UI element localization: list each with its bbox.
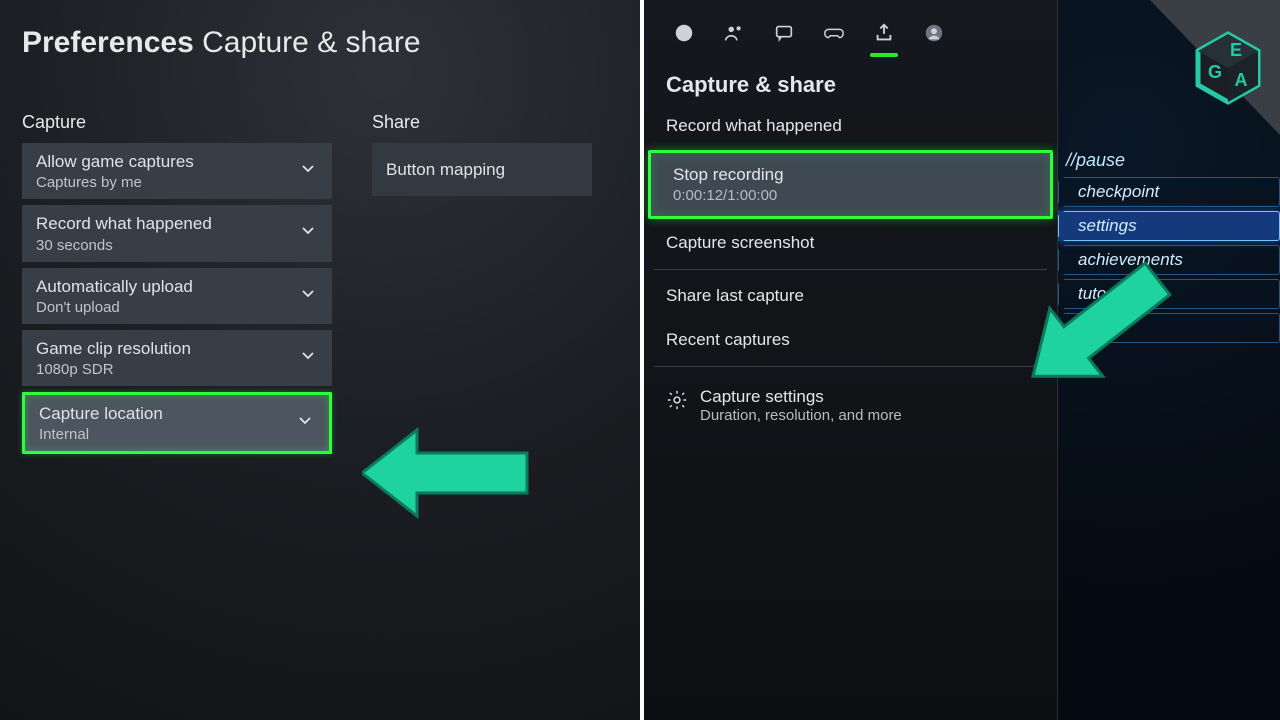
allow-game-captures-dropdown[interactable]: Allow game captures Captures by me [22, 143, 332, 199]
svg-text:A: A [1235, 70, 1248, 90]
svg-text:E: E [1230, 40, 1242, 60]
tab-profile-icon[interactable] [912, 17, 956, 49]
gear-icon [666, 387, 688, 416]
game-clip-resolution-dropdown[interactable]: Game clip resolution 1080p SDR [22, 330, 332, 386]
automatically-upload-dropdown[interactable]: Automatically upload Don't upload [22, 268, 332, 324]
tab-xbox-icon[interactable] [662, 17, 706, 49]
guide-capture-screenshot[interactable]: Capture screenshot [644, 221, 1057, 265]
channel-badge: E G A [1090, 0, 1280, 190]
chevron-down-icon [298, 159, 318, 184]
button-mapping-item[interactable]: Button mapping [372, 143, 592, 196]
separator [654, 269, 1047, 270]
tab-people-icon[interactable] [712, 17, 756, 49]
tab-share-icon[interactable] [862, 17, 906, 49]
chevron-down-icon [298, 283, 318, 308]
annotation-arrow-right [1016, 262, 1176, 392]
capture-heading: Capture [22, 112, 332, 133]
separator [654, 366, 1047, 367]
preferences-panel: Preferences Capture & share Capture Allo… [0, 0, 640, 720]
svg-text:G: G [1208, 62, 1222, 82]
guide-capture-settings[interactable]: Capture settings Duration, resolution, a… [644, 371, 1057, 440]
chevron-down-icon [298, 221, 318, 246]
page-title: Preferences Capture & share [22, 26, 618, 60]
guide-tabs [644, 12, 1057, 54]
chevron-down-icon [298, 345, 318, 370]
tab-games-icon[interactable] [812, 17, 856, 49]
share-column: Share Button mapping [372, 112, 592, 460]
annotation-arrow-left [362, 418, 532, 528]
guide-title: Capture & share [644, 54, 1057, 104]
menu-settings[interactable]: settings [1058, 211, 1280, 241]
guide-stop-recording[interactable]: Stop recording 0:00:12/1:00:00 [648, 150, 1053, 219]
capture-location-dropdown[interactable]: Capture location Internal [22, 392, 332, 454]
tab-chat-icon[interactable] [762, 17, 806, 49]
guide-share-last-capture[interactable]: Share last capture [644, 274, 1057, 318]
guide-flyout: Capture & share Record what happened Sto… [644, 0, 1058, 720]
guide-record-what-happened[interactable]: Record what happened [644, 104, 1057, 148]
share-heading: Share [372, 112, 592, 133]
chevron-down-icon [295, 411, 315, 436]
guide-recent-captures[interactable]: Recent captures [644, 318, 1057, 362]
capture-column: Capture Allow game captures Captures by … [22, 112, 332, 460]
record-what-happened-dropdown[interactable]: Record what happened 30 seconds [22, 205, 332, 261]
